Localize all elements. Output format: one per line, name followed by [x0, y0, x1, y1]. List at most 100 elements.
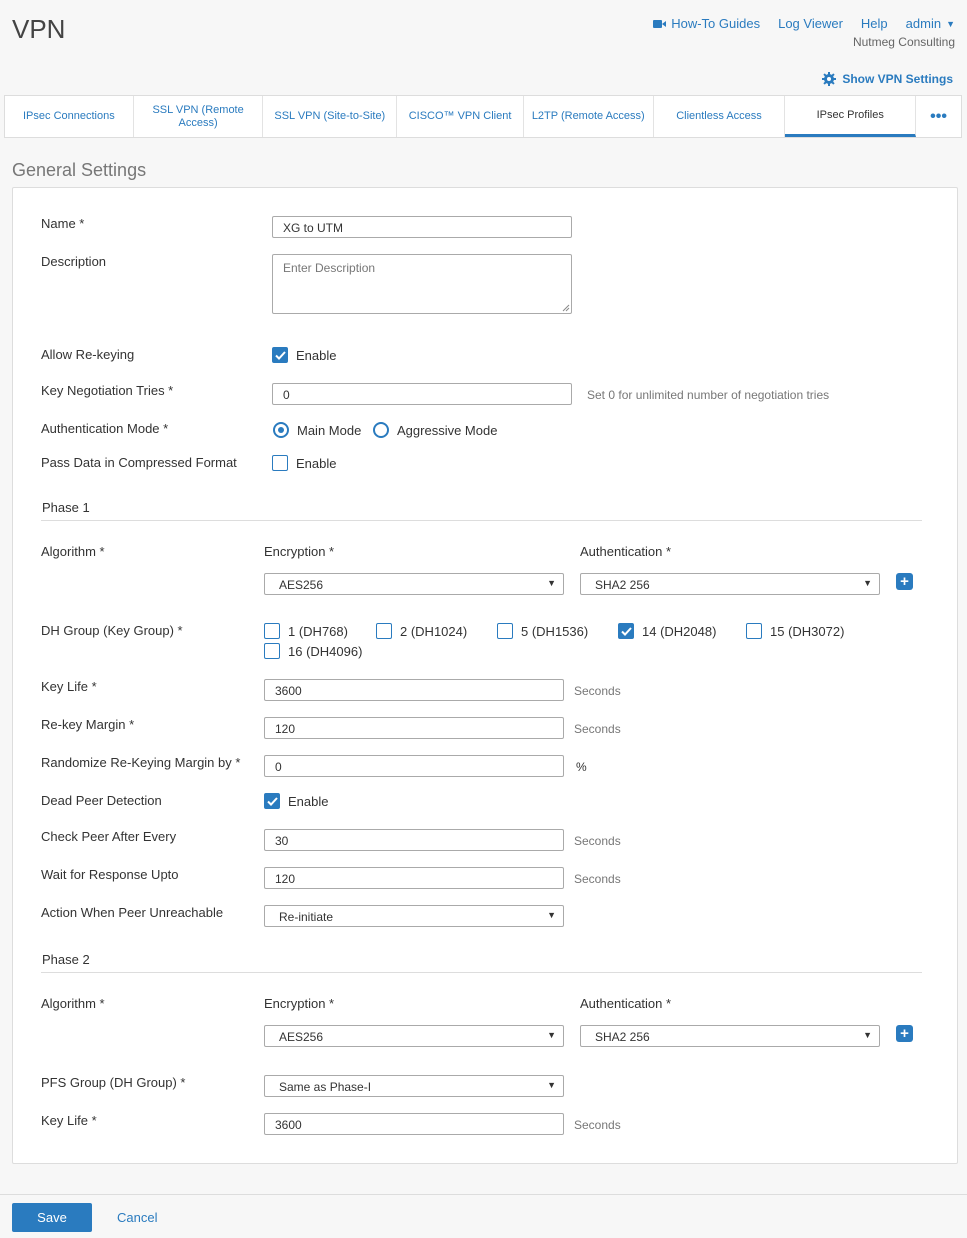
tab-ssl-vpn-remote[interactable]: SSL VPN (Remote Access): [134, 96, 264, 137]
dh-checkbox[interactable]: [497, 623, 513, 639]
rekey-margin-input[interactable]: 120: [264, 717, 564, 739]
checkmark-icon: [266, 796, 278, 806]
pfs-group-value: Same as Phase-I: [279, 1080, 372, 1094]
phase2-encryption-select[interactable]: AES256 ▼: [264, 1025, 564, 1047]
wait-response-label: Wait for Response Upto: [41, 867, 179, 882]
check-peer-label: Check Peer After Every: [41, 829, 177, 844]
rekey-margin-unit: Seconds: [574, 722, 621, 736]
dh-option-label: 14 (DH2048): [642, 623, 717, 639]
howto-link[interactable]: How-To Guides: [653, 16, 760, 31]
dpd-option-label: Enable: [288, 793, 329, 809]
dh-option-label: 2 (DH1024): [400, 623, 468, 639]
more-tabs-button[interactable]: •••: [916, 96, 961, 137]
video-camera-icon: [653, 19, 667, 28]
phase1-add-algorithm-button[interactable]: +: [896, 573, 913, 590]
phase2-authentication-select[interactable]: SHA2 256 ▼: [580, 1025, 880, 1047]
resize-handle-icon[interactable]: [562, 304, 570, 312]
admin-label: admin: [905, 16, 942, 31]
dpd-checkbox[interactable]: [264, 793, 280, 809]
phase1-authentication-select[interactable]: SHA2 256 ▼: [580, 573, 880, 595]
settings-card: [12, 187, 958, 1164]
phase1-encryption-select[interactable]: AES256 ▼: [264, 573, 564, 595]
tab-ipsec-profiles[interactable]: IPsec Profiles: [785, 96, 917, 137]
allow-rekeying-option[interactable]: Enable: [272, 347, 336, 363]
phase2-algorithm-label: Algorithm *: [41, 996, 105, 1011]
dh-checkbox[interactable]: [264, 623, 280, 639]
phase2-add-algorithm-button[interactable]: +: [896, 1025, 913, 1042]
cancel-link[interactable]: Cancel: [117, 1210, 157, 1225]
compress-option[interactable]: Enable: [272, 455, 336, 471]
section-title: General Settings: [12, 160, 147, 180]
phase1-keylife-input[interactable]: 3600: [264, 679, 564, 701]
phase2-encryption-value: AES256: [279, 1030, 324, 1044]
check-peer-input[interactable]: 30: [264, 829, 564, 851]
dh-checkbox[interactable]: [264, 643, 280, 659]
key-negotiation-hint: Set 0 for unlimited number of negotiatio…: [587, 388, 830, 402]
dh-checkbox[interactable]: [618, 623, 634, 639]
dh-option-5[interactable]: 5 (DH1536): [497, 623, 588, 639]
top-links: How-To Guides Log Viewer Help admin ▼: [653, 16, 955, 31]
wait-response-input[interactable]: 120: [264, 867, 564, 889]
dpd-option[interactable]: Enable: [264, 793, 328, 809]
show-vpn-settings-link[interactable]: Show VPN Settings: [822, 72, 953, 86]
phase1-keylife-unit: Seconds: [574, 684, 621, 698]
randomize-input[interactable]: 0: [264, 755, 564, 777]
dh-option-label: 16 (DH4096): [288, 643, 363, 659]
name-input[interactable]: XG to UTM: [272, 216, 572, 238]
check-peer-unit: Seconds: [574, 834, 621, 848]
admin-menu[interactable]: admin ▼: [906, 16, 955, 31]
phase1-encryption-value: AES256: [279, 578, 324, 592]
dh-checkbox[interactable]: [746, 623, 762, 639]
caret-down-icon: ▼: [547, 1080, 556, 1090]
compress-checkbox[interactable]: [272, 455, 288, 471]
dh-option-14[interactable]: 14 (DH2048): [618, 623, 716, 639]
save-button[interactable]: Save: [12, 1203, 92, 1232]
description-textarea[interactable]: Enter Description: [272, 254, 572, 314]
checkmark-icon: [620, 626, 632, 636]
dh-option-15[interactable]: 15 (DH3072): [746, 623, 844, 639]
tab-ipsec-connections[interactable]: IPsec Connections: [5, 96, 134, 137]
allow-rekeying-checkbox[interactable]: [272, 347, 288, 363]
key-negotiation-input[interactable]: 0: [272, 383, 572, 405]
dh-group-label: DH Group (Key Group) *: [41, 623, 183, 638]
rekey-margin-label: Re-key Margin *: [41, 717, 135, 732]
randomize-unit: %: [576, 760, 587, 774]
phase2-keylife-input[interactable]: 3600: [264, 1113, 564, 1135]
name-label: Name *: [41, 216, 85, 231]
peer-action-value: Re-initiate: [279, 910, 334, 924]
description-label: Description: [41, 254, 107, 269]
dh-option-1[interactable]: 1 (DH768): [264, 623, 348, 639]
phase1-encryption-label: Encryption *: [264, 544, 335, 559]
pfs-group-select[interactable]: Same as Phase-I ▼: [264, 1075, 564, 1097]
compress-label: Pass Data in Compressed Format: [41, 455, 237, 470]
dh-option-label: 5 (DH1536): [521, 623, 589, 639]
allow-rekeying-option-label: Enable: [296, 347, 337, 363]
dpd-label: Dead Peer Detection: [41, 793, 162, 808]
dh-checkbox[interactable]: [376, 623, 392, 639]
tab-ssl-vpn-site[interactable]: SSL VPN (Site-to-Site): [263, 96, 398, 137]
dh-option-2[interactable]: 2 (DH1024): [376, 623, 467, 639]
caret-down-icon: ▼: [547, 578, 556, 588]
aggressive-mode-option[interactable]: Aggressive Mode: [373, 422, 497, 438]
phase1-authentication-value: SHA2 256: [595, 578, 650, 592]
tab-l2tp[interactable]: L2TP (Remote Access): [524, 96, 654, 137]
phase2-authentication-value: SHA2 256: [595, 1030, 650, 1044]
caret-down-icon: ▼: [863, 578, 872, 588]
log-viewer-link[interactable]: Log Viewer: [778, 16, 843, 31]
main-mode-radio[interactable]: [273, 422, 289, 438]
help-link[interactable]: Help: [861, 16, 888, 31]
tab-cisco-vpn[interactable]: CISCO™ VPN Client: [397, 96, 524, 137]
dh-option-label: 15 (DH3072): [770, 623, 845, 639]
main-mode-option[interactable]: Main Mode: [273, 422, 361, 438]
dh-option-16[interactable]: 16 (DH4096): [264, 643, 362, 659]
phase2-keylife-unit: Seconds: [574, 1118, 621, 1132]
auth-mode-label: Authentication Mode *: [41, 421, 169, 436]
tab-bar: IPsec Connections SSL VPN (Remote Access…: [4, 95, 962, 138]
howto-label: How-To Guides: [671, 16, 761, 31]
dh-option-label: 1 (DH768): [288, 623, 348, 639]
tab-clientless-access[interactable]: Clientless Access: [654, 96, 786, 137]
peer-action-select[interactable]: Re-initiate ▼: [264, 905, 564, 927]
aggressive-mode-radio[interactable]: [373, 422, 389, 438]
compress-option-label: Enable: [296, 455, 337, 471]
footer-divider: [0, 1194, 967, 1195]
